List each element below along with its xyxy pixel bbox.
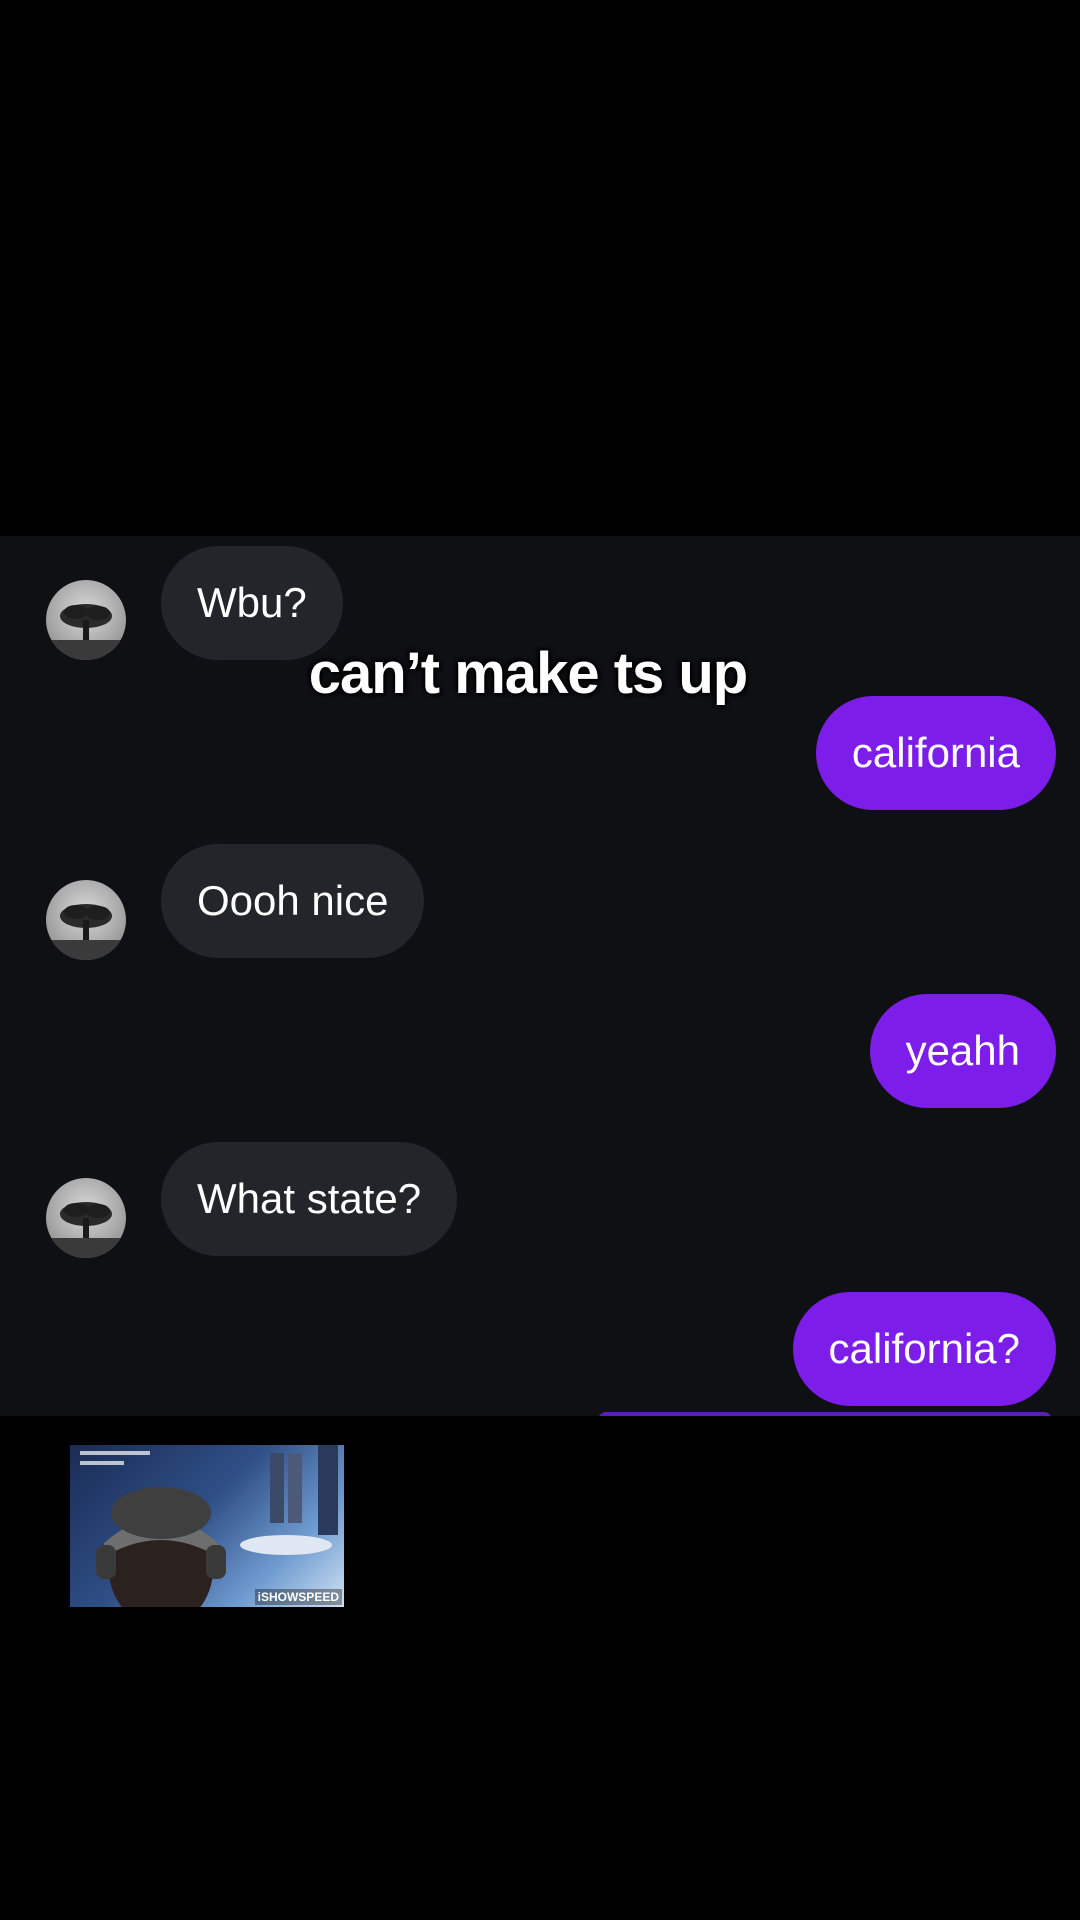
- contact-avatar[interactable]: [46, 880, 126, 960]
- contact-avatar[interactable]: [46, 1178, 126, 1258]
- message-bubble-outgoing[interactable]: california: [815, 696, 1056, 810]
- channel-watermark: iSHOWSPEED: [254, 1589, 342, 1605]
- message-bubble-outgoing[interactable]: california?: [792, 1292, 1056, 1406]
- streamer-person: [96, 1487, 226, 1607]
- tree-icon: [46, 904, 126, 960]
- stream-hud: [80, 1451, 160, 1471]
- message-bubble-incoming[interactable]: Oooh nice: [161, 844, 425, 958]
- video-caption: can’t make ts up: [308, 641, 748, 706]
- partial-message-bubble: [598, 1412, 1052, 1416]
- background-figures: [240, 1445, 338, 1555]
- streamer-webcam-overlay: iSHOWSPEED: [70, 1445, 344, 1607]
- tree-icon: [46, 1202, 126, 1258]
- message-bubble-incoming[interactable]: What state?: [161, 1142, 458, 1256]
- message-bubble-outgoing[interactable]: yeahh: [869, 994, 1056, 1108]
